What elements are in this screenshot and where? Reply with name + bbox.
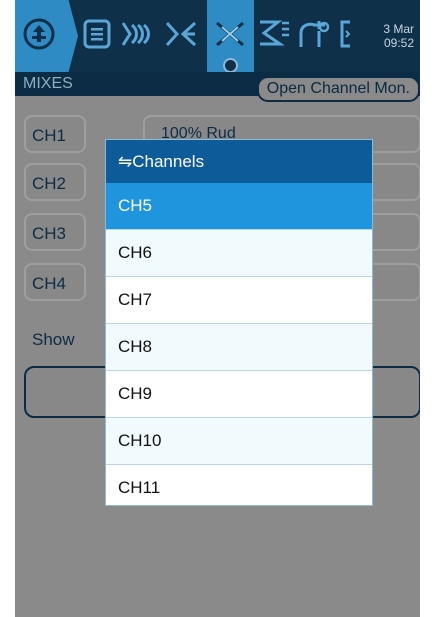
popup-title: ⇋Channels <box>106 140 372 183</box>
time-label: 09:52 <box>383 36 414 50</box>
date-time: 3 Mar 09:52 <box>362 22 414 52</box>
date-label: 3 Mar <box>383 22 414 36</box>
channel-label-ch4[interactable]: CH4 <box>24 263 86 301</box>
page-title: MIXES <box>23 75 73 92</box>
option-ch7[interactable]: CH7 <box>106 277 372 324</box>
option-ch10[interactable]: CH10 <box>106 418 372 465</box>
show-label: Show <box>32 330 75 349</box>
inputs-icon[interactable] <box>161 14 201 54</box>
option-ch9[interactable]: CH9 <box>106 371 372 418</box>
model-setup-icon[interactable] <box>77 14 117 54</box>
radio-screen: 3 Mar 09:52 MIXES Open Channel Mon. CH1 … <box>15 0 420 617</box>
option-ch5[interactable]: CH5 <box>106 183 372 230</box>
channels-popup: ⇋Channels CH5 CH6 CH7 CH8 CH9 CH10 CH11 <box>105 139 373 506</box>
option-ch8[interactable]: CH8 <box>106 324 372 371</box>
channel-label-ch1[interactable]: CH1 <box>24 115 86 153</box>
channel-label-ch3[interactable]: CH3 <box>24 213 86 251</box>
top-bar: 3 Mar 09:52 <box>15 0 420 72</box>
active-tab-indicator <box>223 58 238 73</box>
curves-icon[interactable] <box>295 14 335 54</box>
open-channel-monitor-button[interactable]: Open Channel Mon. <box>256 76 420 102</box>
logical-switches-icon[interactable] <box>255 14 295 54</box>
channel-label-ch2[interactable]: CH2 <box>24 163 86 201</box>
telemetry-icon[interactable] <box>335 14 357 54</box>
mixes-icon[interactable] <box>210 14 250 54</box>
model-select-icon[interactable] <box>19 14 59 54</box>
option-ch6[interactable]: CH6 <box>106 230 372 277</box>
outputs-icon[interactable] <box>117 14 157 54</box>
option-ch11[interactable]: CH11 <box>106 465 372 505</box>
